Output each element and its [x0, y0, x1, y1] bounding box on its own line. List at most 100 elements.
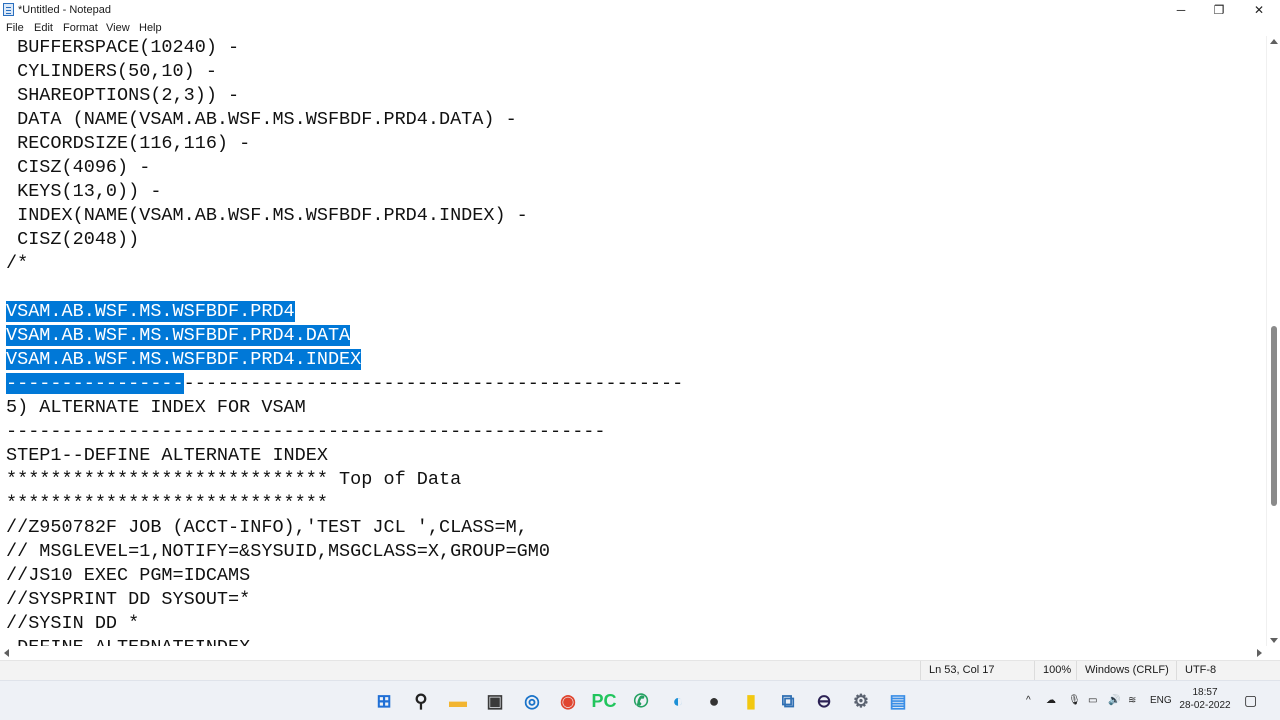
- text-line: KEYS(13,0)) -: [6, 180, 683, 204]
- text-line: CISZ(2048)): [6, 228, 683, 252]
- text-line: VSAM.AB.WSF.MS.WSFBDF.PRD4.INDEX: [6, 348, 683, 372]
- battery-icon[interactable]: ▭: [1088, 681, 1097, 720]
- text-line: DEFINE ALTERNATEINDEX -: [6, 636, 683, 646]
- pycharm-icon[interactable]: PC: [591, 689, 617, 713]
- start-icon-glyph: ⊞: [376, 690, 392, 711]
- horizontal-scrollbar[interactable]: [0, 646, 1266, 660]
- edge-icon-glyph: ◐: [672, 690, 684, 711]
- menu-view[interactable]: View: [106, 21, 130, 35]
- selected-text: VSAM.AB.WSF.MS.WSFBDF.PRD4.INDEX: [6, 349, 362, 370]
- powerbi-icon[interactable]: ▮: [739, 689, 763, 713]
- search-icon[interactable]: ⚲: [409, 689, 433, 713]
- volume-icon[interactable]: 🔊: [1108, 681, 1120, 720]
- close-button[interactable]: ✕: [1240, 0, 1278, 20]
- menu-help[interactable]: Help: [139, 21, 162, 35]
- text-editor[interactable]: BUFFERSPACE(10240) - CYLINDERS(50,10) - …: [0, 36, 1266, 646]
- scroll-up-icon[interactable]: [1270, 39, 1278, 44]
- text-line: 5) ALTERNATE INDEX FOR VSAM: [6, 396, 683, 420]
- editor-text: BUFFERSPACE(10240) - CYLINDERS(50,10) - …: [6, 36, 683, 646]
- text-line: ***************************** Top of Dat…: [6, 468, 683, 492]
- edge-dev-icon[interactable]: ◎: [520, 689, 544, 713]
- maximize-button[interactable]: ❐: [1200, 0, 1238, 20]
- line-text: 5) ALTERNATE INDEX FOR VSAM: [6, 397, 306, 418]
- settings-icon-glyph: ⚙: [852, 690, 870, 711]
- line-text: //Z950782F JOB (ACCT-INFO),'TEST JCL ',C…: [6, 517, 528, 538]
- line-text: RECORDSIZE(116,116) -: [6, 133, 251, 154]
- scroll-down-icon[interactable]: [1270, 638, 1278, 643]
- text-line: *****************************: [6, 492, 683, 516]
- line-text: CISZ(2048)): [6, 229, 140, 250]
- eclipse-icon-glyph: ⊖: [816, 690, 832, 711]
- line-text: CYLINDERS(50,10) -: [6, 61, 217, 82]
- scroll-right-icon[interactable]: [1257, 649, 1262, 657]
- taskbar: ⊞ ⚲ ▬ ▣ ◎ ◉ PC ✆ ◐ ● ▮ ⧉ ⊖ ⚙ ▤ ^ ☁ 🎙 ▭ 🔊 ≋ ENG 18:57 2…: [0, 680, 1280, 720]
- minimize-button[interactable]: ─: [1162, 0, 1200, 20]
- line-text: INDEX(NAME(VSAM.AB.WSF.MS.WSFBDF.PRD4.IN…: [6, 205, 528, 226]
- text-line: VSAM.AB.WSF.MS.WSFBDF.PRD4: [6, 300, 683, 324]
- notepad-icon[interactable]: ▤: [886, 689, 910, 713]
- status-zoom: 100%: [1034, 661, 1076, 680]
- text-line: SHAREOPTIONS(2,3)) -: [6, 84, 683, 108]
- onedrive-icon[interactable]: ☁: [1046, 681, 1056, 720]
- text-line: //JS10 EXEC PGM=IDCAMS: [6, 564, 683, 588]
- text-line: CYLINDERS(50,10) -: [6, 60, 683, 84]
- menu-file[interactable]: File: [6, 21, 24, 35]
- line-text: STEP1--DEFINE ALTERNATE INDEX: [6, 445, 328, 466]
- notepad-icon-glyph: ▤: [889, 690, 907, 711]
- whatsapp-icon[interactable]: ✆: [629, 689, 653, 713]
- selected-text: ----------------: [6, 373, 184, 394]
- github-desktop-icon-glyph: ●: [708, 690, 720, 711]
- microphone-icon[interactable]: 🎙: [1068, 681, 1081, 720]
- wifi-icon[interactable]: ≋: [1128, 681, 1136, 720]
- settings-icon[interactable]: ⚙: [849, 689, 873, 713]
- line-text: DEFINE ALTERNATEINDEX -: [6, 637, 272, 646]
- line-text: //SYSIN DD *: [6, 613, 140, 634]
- menu-edit[interactable]: Edit: [34, 21, 53, 35]
- title-bar[interactable]: *Untitled - Notepad ─ ❐ ✕: [0, 0, 1280, 20]
- line-text: DATA (NAME(VSAM.AB.WSF.MS.WSFBDF.PRD4.DA…: [6, 109, 517, 130]
- window-title: *Untitled - Notepad: [18, 4, 111, 16]
- chrome-icon[interactable]: ◉: [556, 689, 580, 713]
- status-bar: Ln 53, Col 17 100% Windows (CRLF) UTF-8: [0, 660, 1280, 680]
- line-text: CISZ(4096) -: [6, 157, 151, 178]
- status-encoding: UTF-8: [1176, 661, 1280, 680]
- notepad-app-icon: [3, 3, 14, 16]
- pycharm-icon-glyph: PC: [591, 690, 617, 711]
- line-text: ***************************** Top of Dat…: [6, 469, 462, 490]
- selected-text: VSAM.AB.WSF.MS.WSFBDF.PRD4: [6, 301, 295, 322]
- start-icon[interactable]: ⊞: [372, 689, 396, 713]
- remote-desktop-icon[interactable]: ⧉: [776, 689, 800, 713]
- edge-dev-icon-glyph: ◎: [524, 690, 540, 711]
- line-text: //JS10 EXEC PGM=IDCAMS: [6, 565, 251, 586]
- text-line: RECORDSIZE(116,116) -: [6, 132, 683, 156]
- language-indicator[interactable]: ENG: [1150, 681, 1172, 720]
- whatsapp-icon-glyph: ✆: [633, 690, 649, 711]
- tray-chevron-icon[interactable]: ^: [1026, 681, 1031, 720]
- line-text: *****************************: [6, 493, 328, 514]
- github-desktop-icon[interactable]: ●: [702, 689, 726, 713]
- line-text: KEYS(13,0)) -: [6, 181, 162, 202]
- menu-format[interactable]: Format: [63, 21, 98, 35]
- text-line: /*: [6, 252, 683, 276]
- vertical-scroll-thumb[interactable]: [1271, 326, 1277, 506]
- text-line: INDEX(NAME(VSAM.AB.WSF.MS.WSFBDF.PRD4.IN…: [6, 204, 683, 228]
- notification-icon[interactable]: ▢: [1244, 681, 1257, 720]
- file-explorer-icon[interactable]: ▬: [446, 689, 470, 713]
- eclipse-icon[interactable]: ⊖: [812, 689, 836, 713]
- text-line: BUFFERSPACE(10240) -: [6, 36, 683, 60]
- status-cursor-position: Ln 53, Col 17: [920, 661, 1034, 680]
- file-explorer-icon-glyph: ▬: [449, 690, 467, 711]
- line-text: BUFFERSPACE(10240) -: [6, 37, 240, 58]
- line-text: SHAREOPTIONS(2,3)) -: [6, 85, 240, 106]
- edge-icon[interactable]: ◐: [666, 689, 690, 713]
- store-icon[interactable]: ▣: [483, 689, 507, 713]
- clock[interactable]: 18:57 28-02-2022: [1176, 686, 1234, 712]
- text-line: STEP1--DEFINE ALTERNATE INDEX: [6, 444, 683, 468]
- text-line: VSAM.AB.WSF.MS.WSFBDF.PRD4.DATA: [6, 324, 683, 348]
- line-text: ----------------------------------------…: [183, 373, 684, 394]
- scroll-left-icon[interactable]: [4, 649, 9, 657]
- text-line: //SYSPRINT DD SYSOUT=*: [6, 588, 683, 612]
- vertical-scrollbar[interactable]: [1266, 36, 1280, 646]
- selected-text: VSAM.AB.WSF.MS.WSFBDF.PRD4.DATA: [6, 325, 351, 346]
- text-line: DATA (NAME(VSAM.AB.WSF.MS.WSFBDF.PRD4.DA…: [6, 108, 683, 132]
